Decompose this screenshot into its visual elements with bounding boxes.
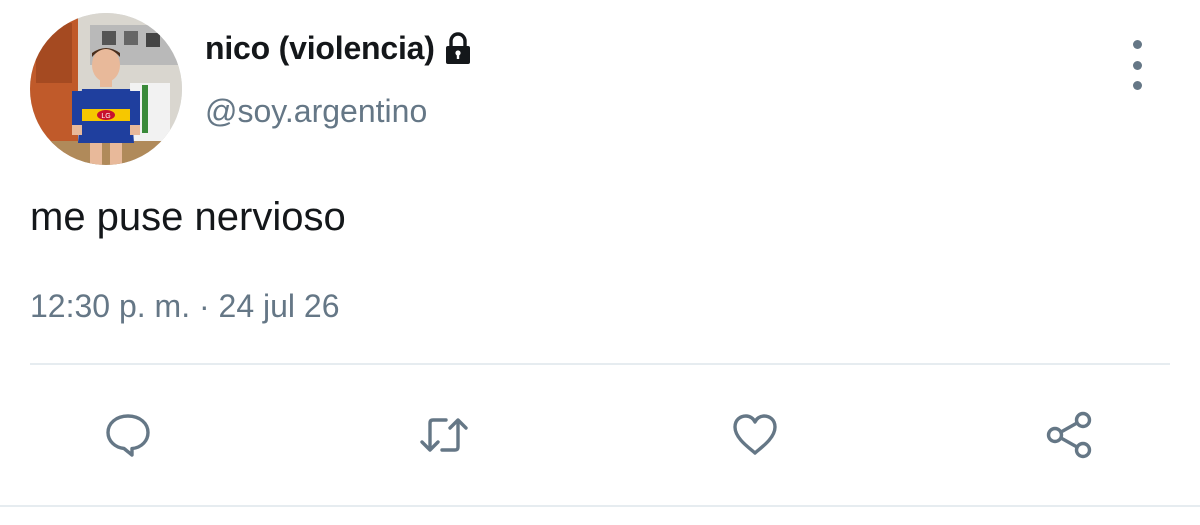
display-name[interactable]: nico (violencia) — [205, 30, 435, 67]
avatar-image: LG — [30, 13, 182, 165]
dot — [1132, 60, 1142, 70]
dot — [1132, 81, 1142, 90]
retweet-icon — [420, 418, 468, 452]
retweet-button[interactable] — [414, 405, 474, 465]
reply-button[interactable] — [98, 405, 158, 465]
reply-icon — [106, 414, 150, 457]
tweet-timestamp[interactable]: 12:30 p. m. · 24 jul 26 — [30, 288, 340, 325]
jersey-logo: LG — [101, 113, 110, 120]
more-options-icon[interactable] — [1121, 40, 1153, 90]
tweet-text: me puse nervioso — [30, 195, 346, 239]
share-button[interactable] — [1040, 405, 1100, 465]
like-icon — [733, 414, 777, 455]
share-icon — [1046, 411, 1092, 459]
lock-icon — [443, 31, 473, 66]
divider — [30, 363, 1170, 365]
dot — [1132, 40, 1142, 49]
bottom-border — [0, 505, 1200, 507]
avatar[interactable]: LG — [30, 13, 182, 165]
user-handle[interactable]: @soy.argentino — [205, 93, 427, 130]
like-button[interactable] — [725, 405, 785, 465]
display-name-row[interactable]: nico (violencia) — [205, 30, 473, 67]
